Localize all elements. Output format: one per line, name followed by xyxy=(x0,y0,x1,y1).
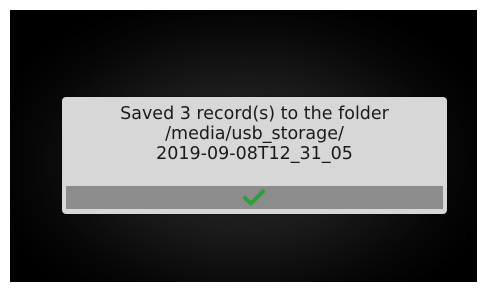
checkmark-icon xyxy=(243,189,265,206)
message-line-1: Saved 3 record(s) to the folder xyxy=(120,104,389,124)
dialog-message: Saved 3 record(s) to the folder /media/u… xyxy=(62,104,447,164)
confirm-button[interactable] xyxy=(66,186,443,209)
message-line-2: /media/usb_storage/ xyxy=(165,124,344,144)
message-line-3: 2019-09-08T12_31_05 xyxy=(156,144,353,164)
screen: Saved 3 record(s) to the folder /media/u… xyxy=(10,10,477,282)
save-confirmation-dialog: Saved 3 record(s) to the folder /media/u… xyxy=(62,97,447,214)
